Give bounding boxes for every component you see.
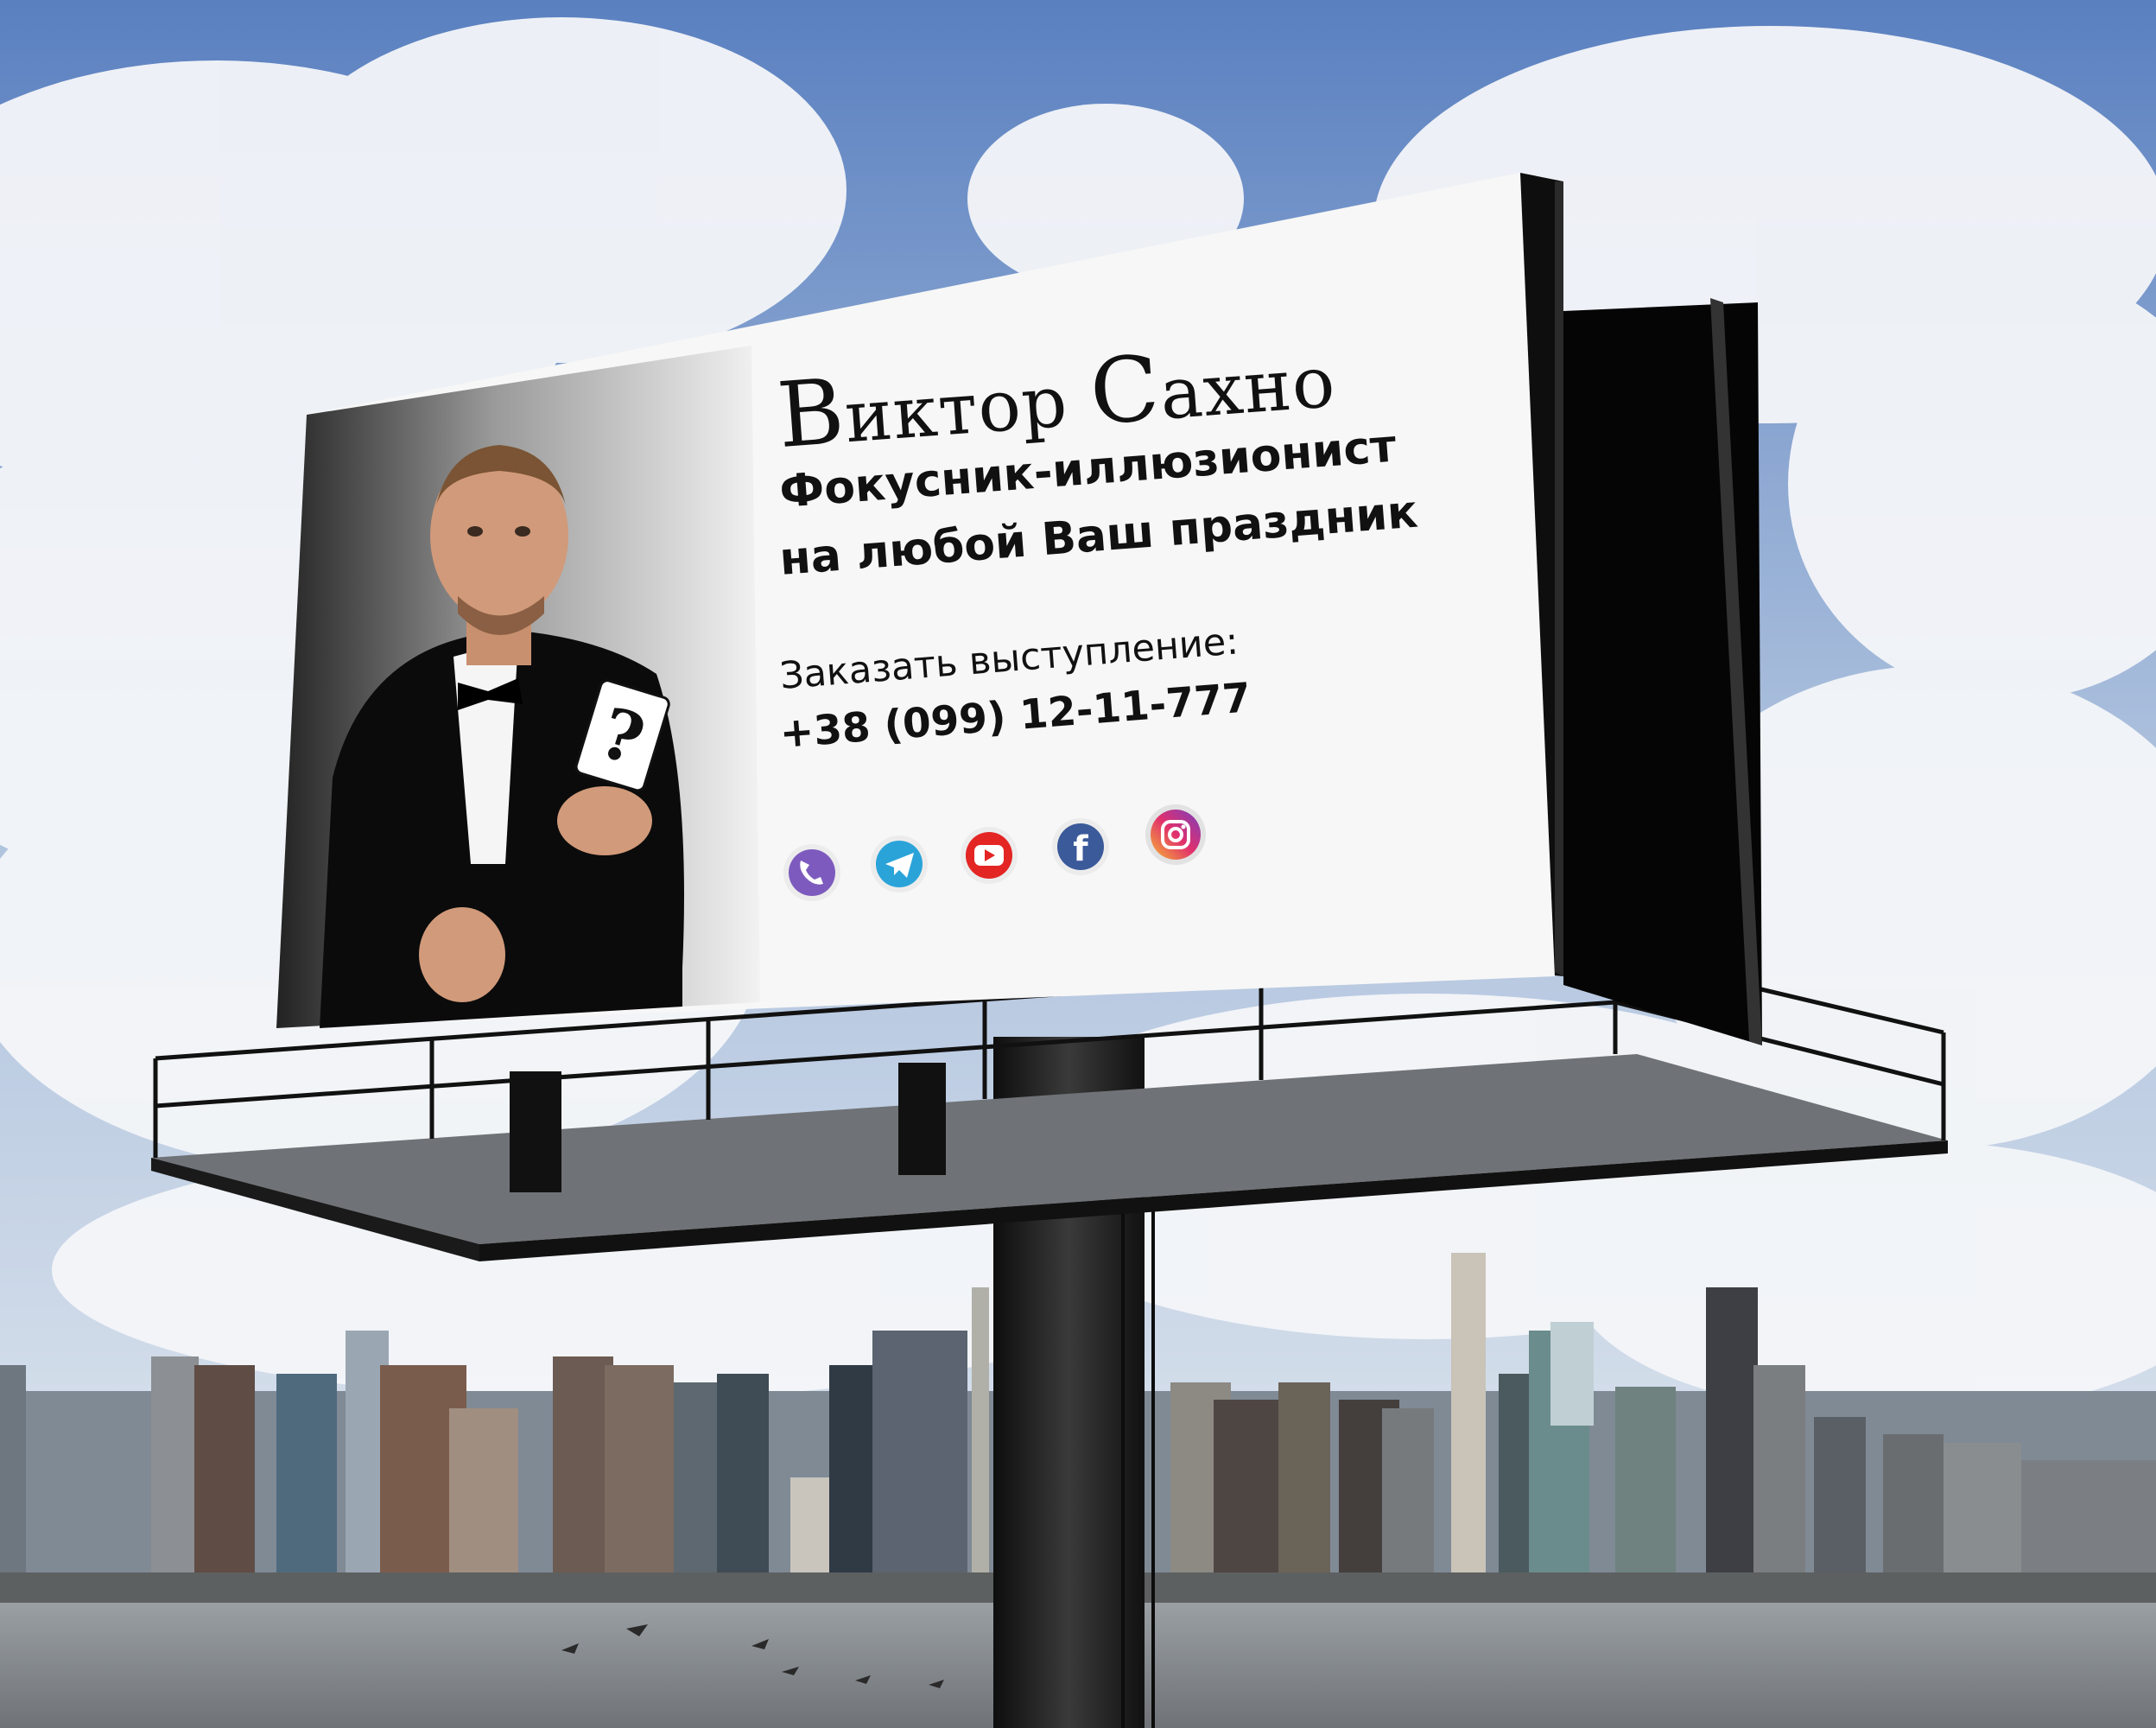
telegram-icon[interactable] (871, 835, 928, 893)
billboard-scene: ? f (0, 0, 2156, 1728)
svg-text:f: f (1073, 829, 1088, 869)
youtube-icon[interactable] (961, 827, 1018, 884)
viber-icon[interactable] (783, 844, 840, 901)
magician-photo: ? (276, 346, 760, 1028)
facebook-icon[interactable]: f (1052, 818, 1109, 875)
instagram-icon[interactable] (1145, 804, 1206, 865)
